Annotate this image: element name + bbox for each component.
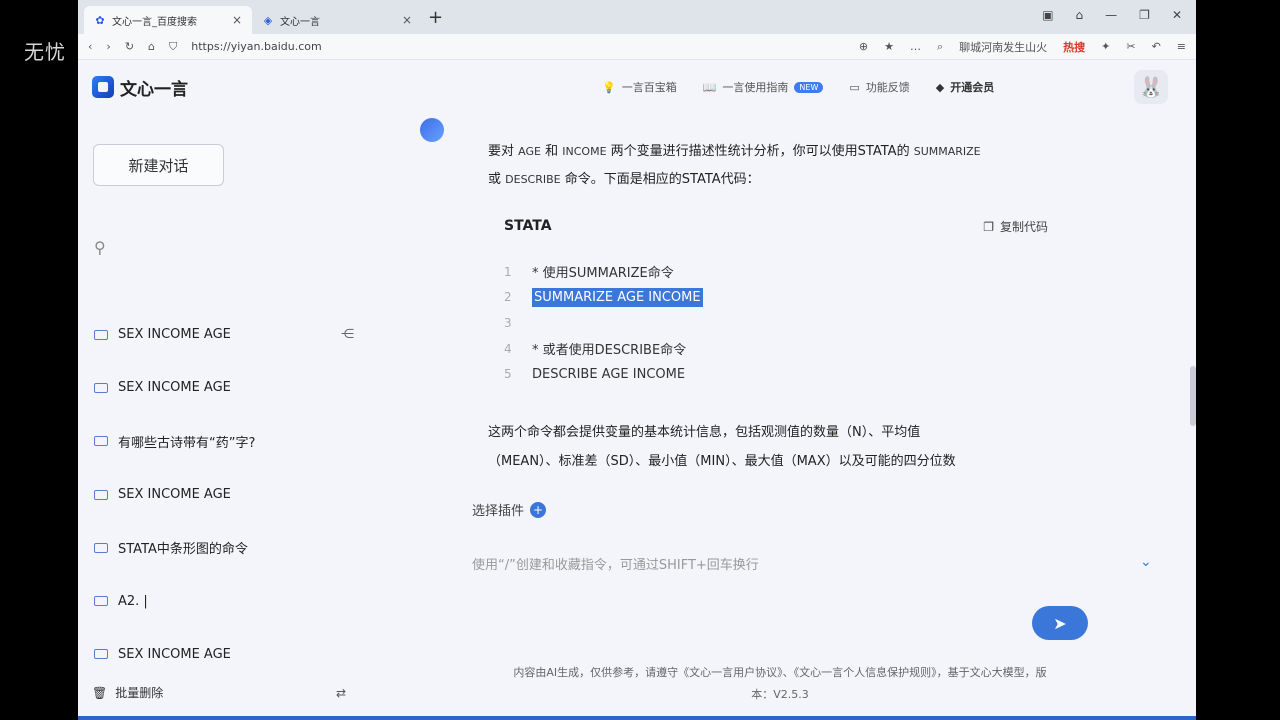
- user-avatar[interactable]: 🐰: [1134, 70, 1168, 104]
- new-badge: NEW: [794, 81, 824, 93]
- bulb-icon: 💡: [602, 80, 616, 94]
- search-icon: ⌕: [936, 39, 944, 53]
- zoom-icon[interactable]: ⊕: [859, 40, 868, 53]
- chat-icon: [94, 542, 108, 553]
- history-item[interactable]: SEX INCOME AGE: [94, 361, 354, 414]
- footer-text: 内容由AI生成，仅供参考，请遵守《文心一言用户协议》、《文心一言个人信息保护规则…: [513, 666, 1047, 679]
- history-item[interactable]: SEX INCOME AGE ⋲: [94, 308, 354, 361]
- chat-icon: [94, 436, 108, 447]
- bot-avatar: [420, 118, 444, 142]
- more-icon[interactable]: …: [910, 40, 921, 53]
- history-list: SEX INCOME AGE ⋲ SEX INCOME AGE 有哪些古诗带有“药…: [94, 308, 354, 681]
- window-controls: ▣ ⌂ — ❐ ✕: [1042, 8, 1182, 22]
- history-label: SEX INCOME AGE: [118, 327, 231, 343]
- cut-icon[interactable]: ✂: [1126, 40, 1135, 53]
- feedback-icon: ▭: [849, 80, 860, 94]
- plugins-label: 选择插件: [472, 504, 525, 519]
- bulk-delete-button[interactable]: 批量删除: [115, 684, 163, 701]
- close-icon[interactable]: ×: [232, 13, 242, 27]
- url-field[interactable]: https://yiyan.baidu.com: [191, 40, 321, 53]
- plus-icon: +: [530, 501, 547, 518]
- share-icon[interactable]: ⋲: [341, 327, 354, 342]
- nav-guide[interactable]: 📖 一言使用指南 NEW: [703, 79, 824, 95]
- home-icon[interactable]: ⌂: [148, 40, 155, 53]
- shield-icon: ⛉: [169, 39, 178, 53]
- restore-icon[interactable]: ❐: [1139, 8, 1150, 22]
- undo-icon[interactable]: ↶: [1152, 40, 1161, 53]
- history-item[interactable]: STATA中条形图的命令: [94, 521, 354, 574]
- tab-label: 文心一言: [280, 16, 320, 28]
- shirt-icon[interactable]: ⌂: [1076, 8, 1084, 22]
- send-button[interactable]: ➤: [1032, 606, 1088, 640]
- logo-icon: [92, 76, 114, 98]
- sidebar: 新建对话 ⚲ SEX INCOME AGE ⋲ SEX INCOME AGE 有哪…: [78, 114, 360, 720]
- chat-icon: [94, 489, 108, 500]
- history-label: A2. |: [118, 593, 148, 609]
- diamond-icon: ◆: [935, 80, 945, 94]
- tab-bar: ✿ 文心一言_百度搜索 × ◈ 文心一言 × + ▣ ⌂ — ❐ ✕: [78, 0, 1196, 34]
- new-chat-button[interactable]: 新建对话: [93, 144, 224, 186]
- logo[interactable]: 文心一言: [92, 75, 188, 100]
- close-window-icon[interactable]: ✕: [1172, 8, 1182, 22]
- forward-icon[interactable]: ›: [106, 40, 110, 53]
- search-icon[interactable]: ⚲: [94, 238, 106, 257]
- close-icon[interactable]: ×: [402, 13, 412, 27]
- chat-icon: [94, 382, 108, 393]
- chevron-down-icon[interactable]: ⌄: [1140, 554, 1152, 570]
- baidu-icon: ✿: [95, 13, 105, 27]
- tab-search[interactable]: ✿ 文心一言_百度搜索 ×: [84, 6, 252, 34]
- scrollbar[interactable]: [1190, 366, 1196, 426]
- history-label: 有哪些古诗带有“药”字?: [118, 435, 256, 451]
- minimize-icon[interactable]: —: [1105, 8, 1117, 22]
- prompt-input[interactable]: 使用“/”创建和收藏指令，可通过SHIFT+回车换行: [472, 554, 1162, 573]
- history-item[interactable]: SEX INCOME AGE: [94, 628, 354, 681]
- tab-label: 文心一言_百度搜索: [112, 16, 197, 28]
- chat-icon: [94, 596, 108, 607]
- address-bar: ‹ › ↻ ⌂ ⛉ https://yiyan.baidu.com ⊕ ★ … …: [78, 34, 1196, 60]
- hot-search-text[interactable]: 聊城河南发生山火: [959, 39, 1047, 55]
- nav-label: 开通会员: [950, 81, 995, 94]
- hot-badge: 热搜: [1063, 40, 1086, 54]
- app-header: 文心一言 💡 一言百宝箱 📖 一言使用指南 NEW ▭ 功能反馈 ◆ 开通会员: [78, 60, 1196, 114]
- history-item[interactable]: SEX INCOME AGE: [94, 468, 354, 521]
- history-item[interactable]: A2. |: [94, 574, 354, 627]
- book-icon: 📖: [702, 80, 717, 94]
- swap-icon[interactable]: ⇄: [336, 686, 346, 700]
- send-icon: ➤: [1053, 613, 1067, 633]
- watermark: 无忧: [24, 40, 66, 64]
- sidebar-footer: 🗑 批量删除 ⇄: [92, 684, 346, 701]
- menu-icon[interactable]: ▣: [1042, 8, 1053, 22]
- trash-icon: 🗑: [92, 685, 108, 700]
- nav-label: 一言使用指南: [722, 81, 789, 94]
- footer-note: 内容由AI生成，仅供参考，请遵守《文心一言用户协议》、《文心一言个人信息保护规则…: [450, 662, 1110, 706]
- history-label: SEX INCOME AGE: [118, 646, 231, 662]
- nav-vip[interactable]: ◆ 开通会员: [936, 79, 994, 95]
- back-icon[interactable]: ‹: [88, 40, 92, 53]
- yiyan-icon: ◈: [263, 13, 273, 27]
- browser-window: ✿ 文心一言_百度搜索 × ◈ 文心一言 × + ▣ ⌂ — ❐ ✕ ‹ › ↻…: [78, 0, 1196, 720]
- history-label: SEX INCOME AGE: [118, 380, 231, 396]
- refresh-icon[interactable]: ↻: [125, 40, 134, 53]
- logo-text: 文心一言: [120, 79, 188, 100]
- star-icon[interactable]: ★: [884, 40, 894, 53]
- chat-icon: [94, 329, 108, 340]
- history-label: SEX INCOME AGE: [118, 487, 231, 503]
- nav-label: 一言百宝箱: [621, 81, 677, 94]
- address-tools: ⊕ ★ … ⌕ 聊城河南发生山火 热搜 ✦ ✂ ↶ ≡: [859, 39, 1186, 55]
- extension-icon[interactable]: ✦: [1101, 40, 1110, 53]
- header-nav: 💡 一言百宝箱 📖 一言使用指南 NEW ▭ 功能反馈 ◆ 开通会员: [602, 60, 994, 114]
- new-tab-button[interactable]: +: [428, 7, 443, 28]
- chat-icon: [94, 649, 108, 660]
- composer-area: 选择插件 + 使用“/”创建和收藏指令，可通过SHIFT+回车换行 ⌄ ➤: [472, 114, 1172, 654]
- select-plugins-button[interactable]: 选择插件 +: [472, 500, 547, 519]
- tab-yiyan[interactable]: ◈ 文心一言 ×: [252, 6, 422, 34]
- history-label: STATA中条形图的命令: [118, 542, 248, 558]
- nav-toolbox[interactable]: 💡 一言百宝箱: [602, 79, 677, 95]
- nav-label: 功能反馈: [865, 81, 910, 94]
- hamburger-icon[interactable]: ≡: [1177, 40, 1186, 53]
- history-item[interactable]: 有哪些古诗带有“药”字?: [94, 415, 354, 468]
- nav-feedback[interactable]: ▭ 功能反馈: [849, 79, 909, 95]
- footer-version: 本：V2.5.3: [751, 688, 809, 701]
- taskbar-strip: [78, 716, 1196, 720]
